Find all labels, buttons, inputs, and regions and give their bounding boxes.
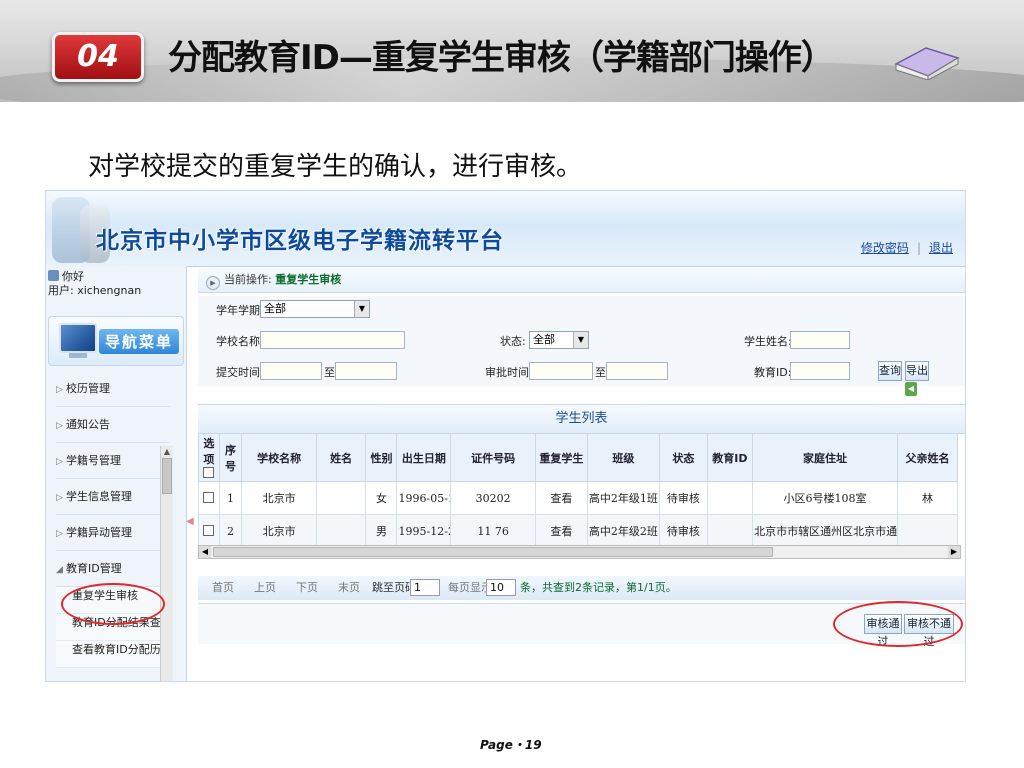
col-gender: 性别 xyxy=(365,433,398,482)
highlight-submenu xyxy=(61,583,165,625)
slide-subtitle: 对学校提交的重复学生的确认，进行审核。 xyxy=(88,152,583,182)
collapse-sidebar-icon[interactable]: ◀ xyxy=(186,516,194,532)
breadcrumb-current: 重复学生审核 xyxy=(275,273,342,286)
pager: 首页 上页 下页 末页 跳至页码 1 每页显示 10 条，共查到2条记录，第1/… xyxy=(198,576,965,600)
first-page-link[interactable]: 首页 xyxy=(212,576,234,600)
submit-date-to[interactable] xyxy=(335,362,397,380)
select-all-checkbox[interactable] xyxy=(203,467,215,478)
audit-date-to[interactable] xyxy=(606,362,668,380)
edu-id-input[interactable] xyxy=(790,362,850,380)
row-checkbox[interactable] xyxy=(203,524,215,536)
user-box: 你好 用户: xichengnan xyxy=(48,270,141,298)
per-page-input[interactable]: 10 xyxy=(486,579,516,596)
user-icon xyxy=(48,270,59,281)
chevron-right-icon: ▷ xyxy=(56,529,63,539)
sidebar-scrollbar[interactable]: ▲ xyxy=(160,446,173,681)
submenu-id-history[interactable]: 查看教育ID分配历史 xyxy=(56,641,172,668)
col-father: 父亲姓名 xyxy=(896,433,959,482)
pager-info: 条，共查到2条记录，第1/1页。 xyxy=(520,581,677,594)
page-number: Page・19 xyxy=(480,738,542,752)
col-select: 选项 xyxy=(198,433,220,482)
col-no: 序号 xyxy=(218,433,243,482)
table-header-row: 选项 序号 学校名称 姓名 性别 出生日期 证件号码 重复学生 班级 状态 教育… xyxy=(198,433,959,482)
table-row: 2 北京市 男 1995-12-27 11 76 查看 高中2年级2班 待审核 … xyxy=(198,514,959,548)
logout-link[interactable]: 退出 xyxy=(929,241,953,255)
audit-date-from[interactable] xyxy=(529,362,593,380)
student-table: 选项 序号 学校名称 姓名 性别 出生日期 证件号码 重复学生 班级 状态 教育… xyxy=(198,433,959,548)
table-row: 1 北京市 女 1996-05-10 30202 查看 高中2年级1班 待审核 … xyxy=(198,481,959,515)
dropdown-arrow-icon: ▼ xyxy=(354,301,369,317)
nav-card: 导航菜单 xyxy=(48,316,184,366)
refresh-icon[interactable]: ◀ xyxy=(905,382,917,396)
dropdown-arrow-icon: ▼ xyxy=(573,332,588,348)
query-button[interactable]: 查询 xyxy=(878,361,902,381)
nav-label: 导航菜单 xyxy=(99,329,180,354)
play-icon: ▶ xyxy=(206,276,220,290)
export-button[interactable]: 导出 xyxy=(905,361,929,381)
user-label: 用户: xichengnan xyxy=(48,284,142,297)
filter-panel: 学年学期: 全部 ▼ 学校名称: 状态: 全部 ▼ 学生姓名: 提交时间: 至 审批… xyxy=(198,296,965,386)
scroll-up-icon[interactable]: ▲ xyxy=(161,446,173,458)
platform-title: 北京市中小学市区级电子学籍流转平台 xyxy=(96,227,504,254)
row-checkbox[interactable] xyxy=(203,491,215,503)
greeting: 你好 xyxy=(62,270,84,283)
sidebar-item-edu-id[interactable]: ◢ 教育ID管理 xyxy=(56,551,170,587)
highlight-actions xyxy=(833,601,963,647)
col-school: 学校名称 xyxy=(241,433,317,482)
col-birth: 出生日期 xyxy=(396,433,452,482)
col-status: 状态 xyxy=(659,433,708,482)
book-icon xyxy=(894,47,960,80)
chevron-right-icon: ▷ xyxy=(56,457,63,467)
col-address: 家庭住址 xyxy=(752,433,898,482)
list-title: 学生列表 xyxy=(198,404,965,434)
sidebar-item-student-no[interactable]: ▷ 学籍号管理 xyxy=(56,443,170,479)
table-hscrollbar[interactable]: ◀ ▶ xyxy=(198,545,961,559)
top-links: 修改密码 | 退出 xyxy=(860,241,953,255)
sidebar-item-student-info[interactable]: ▷ 学生信息管理 xyxy=(56,479,170,515)
monitor-icon xyxy=(59,323,97,353)
scroll-right-icon[interactable]: ▶ xyxy=(948,546,960,558)
status-select[interactable]: 全部 ▼ xyxy=(529,331,589,349)
col-duplicate: 重复学生 xyxy=(535,433,588,482)
scroll-thumb[interactable] xyxy=(213,547,773,557)
app-screenshot: 北京市中小学市区级电子学籍流转平台 修改密码 | 退出 你好 用户: xicheng… xyxy=(45,190,966,682)
slide-title: 分配教育ID—重复学生审核（学籍部门操作） xyxy=(168,38,835,78)
col-class: 班级 xyxy=(586,433,661,482)
student-name-input[interactable] xyxy=(790,331,850,349)
sidebar-item-calendar[interactable]: ▷ 校历管理 xyxy=(56,371,170,407)
col-edu-id: 教育ID xyxy=(706,433,754,482)
chevron-right-icon: ▷ xyxy=(56,421,63,431)
sidebar-item-transfer[interactable]: ▷ 学籍异动管理 xyxy=(56,515,170,551)
view-duplicate-link[interactable]: 查看 xyxy=(535,481,588,515)
chevron-right-icon: ▷ xyxy=(56,493,63,503)
prev-page-link[interactable]: 上页 xyxy=(254,576,276,600)
section-badge: 04 xyxy=(52,32,144,82)
scroll-left-icon[interactable]: ◀ xyxy=(199,546,211,558)
submit-date-from[interactable] xyxy=(260,362,322,380)
sidebar-item-notice[interactable]: ▷ 通知公告 xyxy=(56,407,170,443)
school-name-input[interactable] xyxy=(260,331,405,349)
col-name: 姓名 xyxy=(315,433,367,482)
breadcrumb: ▶ 当前操作: 重复学生审核 xyxy=(198,268,965,293)
view-duplicate-link[interactable]: 查看 xyxy=(535,514,588,548)
chevron-right-icon: ▷ xyxy=(56,385,63,395)
col-id-no: 证件号码 xyxy=(450,433,537,482)
last-page-link[interactable]: 末页 xyxy=(338,576,360,600)
change-password-link[interactable]: 修改密码 xyxy=(861,241,909,255)
app-banner: 北京市中小学市区级电子学籍流转平台 修改密码 | 退出 xyxy=(46,191,965,267)
chevron-down-icon: ◢ xyxy=(56,565,63,575)
next-page-link[interactable]: 下页 xyxy=(296,576,318,600)
page-number-input[interactable]: 1 xyxy=(410,579,440,596)
scroll-thumb[interactable] xyxy=(162,458,172,494)
term-select[interactable]: 全部 ▼ xyxy=(260,300,370,318)
